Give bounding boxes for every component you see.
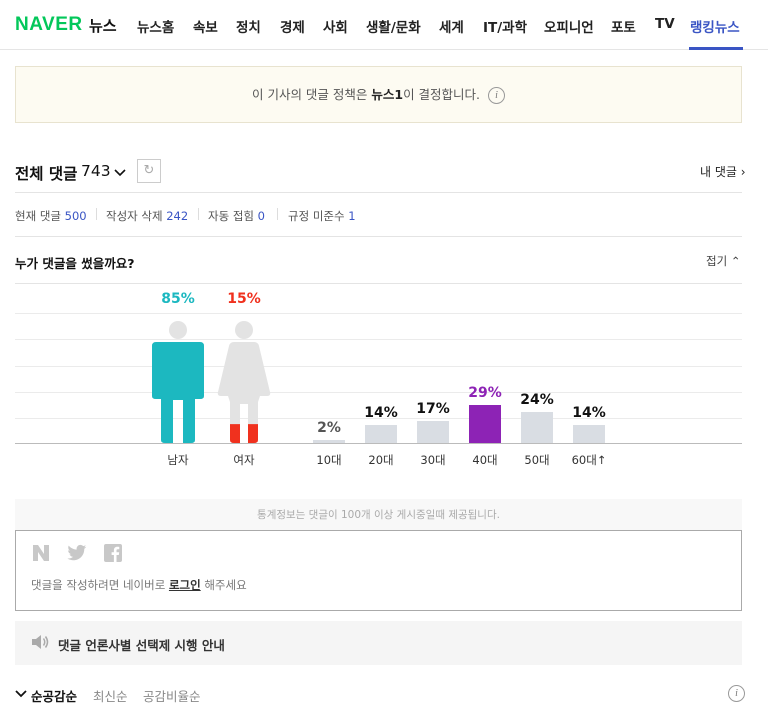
chart-baseline	[15, 443, 742, 444]
age-category-label: 30대	[420, 453, 446, 467]
stat-separator	[277, 208, 278, 220]
sort-ratio[interactable]: 공감비율순	[143, 686, 201, 705]
nav-item-photo[interactable]: 포토	[611, 16, 636, 36]
stat-violation-label: 규정 미준수	[288, 209, 345, 223]
speaker-icon	[32, 635, 49, 649]
age-bar	[313, 440, 345, 443]
male-percent-label: 85%	[161, 291, 195, 307]
age-percent-label: 14%	[364, 404, 398, 421]
facebook-icon[interactable]	[104, 544, 122, 562]
stat-separator	[96, 208, 97, 220]
info-icon[interactable]: i	[488, 87, 506, 104]
naver-icon[interactable]	[31, 544, 51, 562]
nav-item-ranking[interactable]: 랭킹뉴스	[690, 16, 740, 36]
nav-item-opinion[interactable]: 오피니언	[544, 16, 594, 36]
age-bar	[521, 411, 553, 443]
stat-deleted: 작성자 삭제 242	[106, 208, 188, 224]
nav-item-society[interactable]: 사회	[323, 16, 348, 36]
comment-policy-banner: 이 기사의 댓글 정책은 뉴스1이 결정합니다. i	[15, 66, 742, 123]
twitter-icon[interactable]	[67, 544, 87, 562]
top-nav: NAVER 뉴스 뉴스홈 속보 정치 경제 사회 생활/문화 세계 IT/과학 …	[0, 0, 768, 50]
sort-latest[interactable]: 최신순	[93, 686, 128, 705]
naver-logo[interactable]: NAVER	[15, 14, 83, 36]
stat-auto-label: 자동 접힘	[208, 209, 254, 223]
gender-label-male: 남자	[167, 453, 189, 467]
nav-item-news-home[interactable]: 뉴스홈	[137, 16, 174, 36]
nav-item-it-science[interactable]: IT/과학	[483, 16, 527, 36]
refresh-button[interactable]: ↻	[137, 159, 161, 183]
my-comments-link[interactable]: 내 댓글 ›	[700, 163, 746, 180]
age-percent-label: 24%	[520, 391, 554, 408]
chart-gridline	[15, 392, 742, 393]
stat-auto-fold: 자동 접힘 0	[208, 208, 265, 224]
stat-deleted-label: 작성자 삭제	[106, 209, 163, 223]
demographics-title: 누가 댓글을 썼을까요?	[15, 256, 135, 271]
female-percent-label: 15%	[227, 291, 261, 307]
gender-label-female: 여자	[233, 453, 255, 467]
chart-gridline	[15, 366, 742, 367]
stat-current-label: 현재 댓글	[15, 209, 61, 223]
login-prompt: 댓글을 작성하려면 네이버로 로그인 해주세요	[31, 577, 247, 593]
sort-info-icon[interactable]: i	[728, 685, 745, 702]
nav-item-tv[interactable]: TV	[655, 16, 675, 32]
notice-text[interactable]: 댓글 언론사별 선택제 시행 안내	[58, 635, 225, 654]
comment-login-box[interactable]	[15, 530, 742, 611]
age-category-label: 50대	[524, 453, 550, 467]
login-prompt-prefix: 댓글을 작성하려면 네이버로	[31, 578, 169, 592]
sort-popular[interactable]: 순공감순	[31, 686, 77, 705]
stat-violation: 규정 미준수 1	[288, 208, 356, 224]
stat-current: 현재 댓글 500	[15, 208, 87, 224]
age-bar	[365, 424, 397, 443]
age-bar	[573, 424, 605, 443]
age-percent-label: 17%	[416, 400, 450, 417]
age-percent-label: 29%	[468, 385, 502, 401]
news-section-title[interactable]: 뉴스	[89, 15, 117, 36]
nav-item-life-culture[interactable]: 생활/문화	[366, 16, 421, 36]
stat-current-value: 500	[64, 209, 87, 223]
age-percent-label: 14%	[572, 404, 606, 421]
female-figure-icon	[217, 321, 271, 443]
login-link[interactable]: 로그인	[169, 578, 201, 592]
nav-item-politics[interactable]: 정치	[236, 16, 261, 36]
policy-text-prefix: 이 기사의 댓글 정책은	[251, 87, 372, 102]
male-figure-icon	[152, 321, 204, 443]
comments-title: 전체 댓글	[15, 165, 78, 183]
age-category-label: 10대	[316, 453, 342, 467]
nav-item-world[interactable]: 세계	[439, 16, 464, 36]
policy-text-suffix: 이 결정합니다.	[403, 87, 481, 102]
age-category-label: 40대	[472, 453, 498, 467]
stat-deleted-value: 242	[166, 209, 189, 223]
age-percent-label: 2%	[317, 420, 341, 436]
age-category-label: 60대↑	[571, 453, 607, 467]
login-prompt-suffix: 해주세요	[200, 578, 247, 592]
age-bar	[417, 420, 449, 443]
age-category-label: 20대	[368, 453, 394, 467]
check-icon	[15, 690, 27, 698]
nav-item-breaking[interactable]: 속보	[193, 16, 218, 36]
active-tab-indicator	[689, 47, 743, 50]
policy-press-name: 뉴스1	[371, 87, 404, 102]
stat-separator	[198, 208, 199, 220]
divider	[15, 283, 742, 284]
collapse-button[interactable]: 접기 ⌃	[706, 253, 740, 269]
chart-gridline	[15, 339, 742, 340]
chevron-down-icon[interactable]	[114, 166, 126, 180]
divider	[15, 236, 742, 237]
stat-auto-value: 0	[257, 209, 265, 223]
stat-violation-value: 1	[348, 209, 356, 223]
nav-item-economy[interactable]: 경제	[280, 16, 305, 36]
comments-count[interactable]: 743	[81, 162, 111, 180]
stats-footnote: 통계정보는 댓글이 100개 이상 게시중일때 제공됩니다.	[15, 499, 742, 531]
divider	[15, 192, 742, 193]
age-bar	[469, 405, 501, 443]
chart-gridline	[15, 313, 742, 314]
